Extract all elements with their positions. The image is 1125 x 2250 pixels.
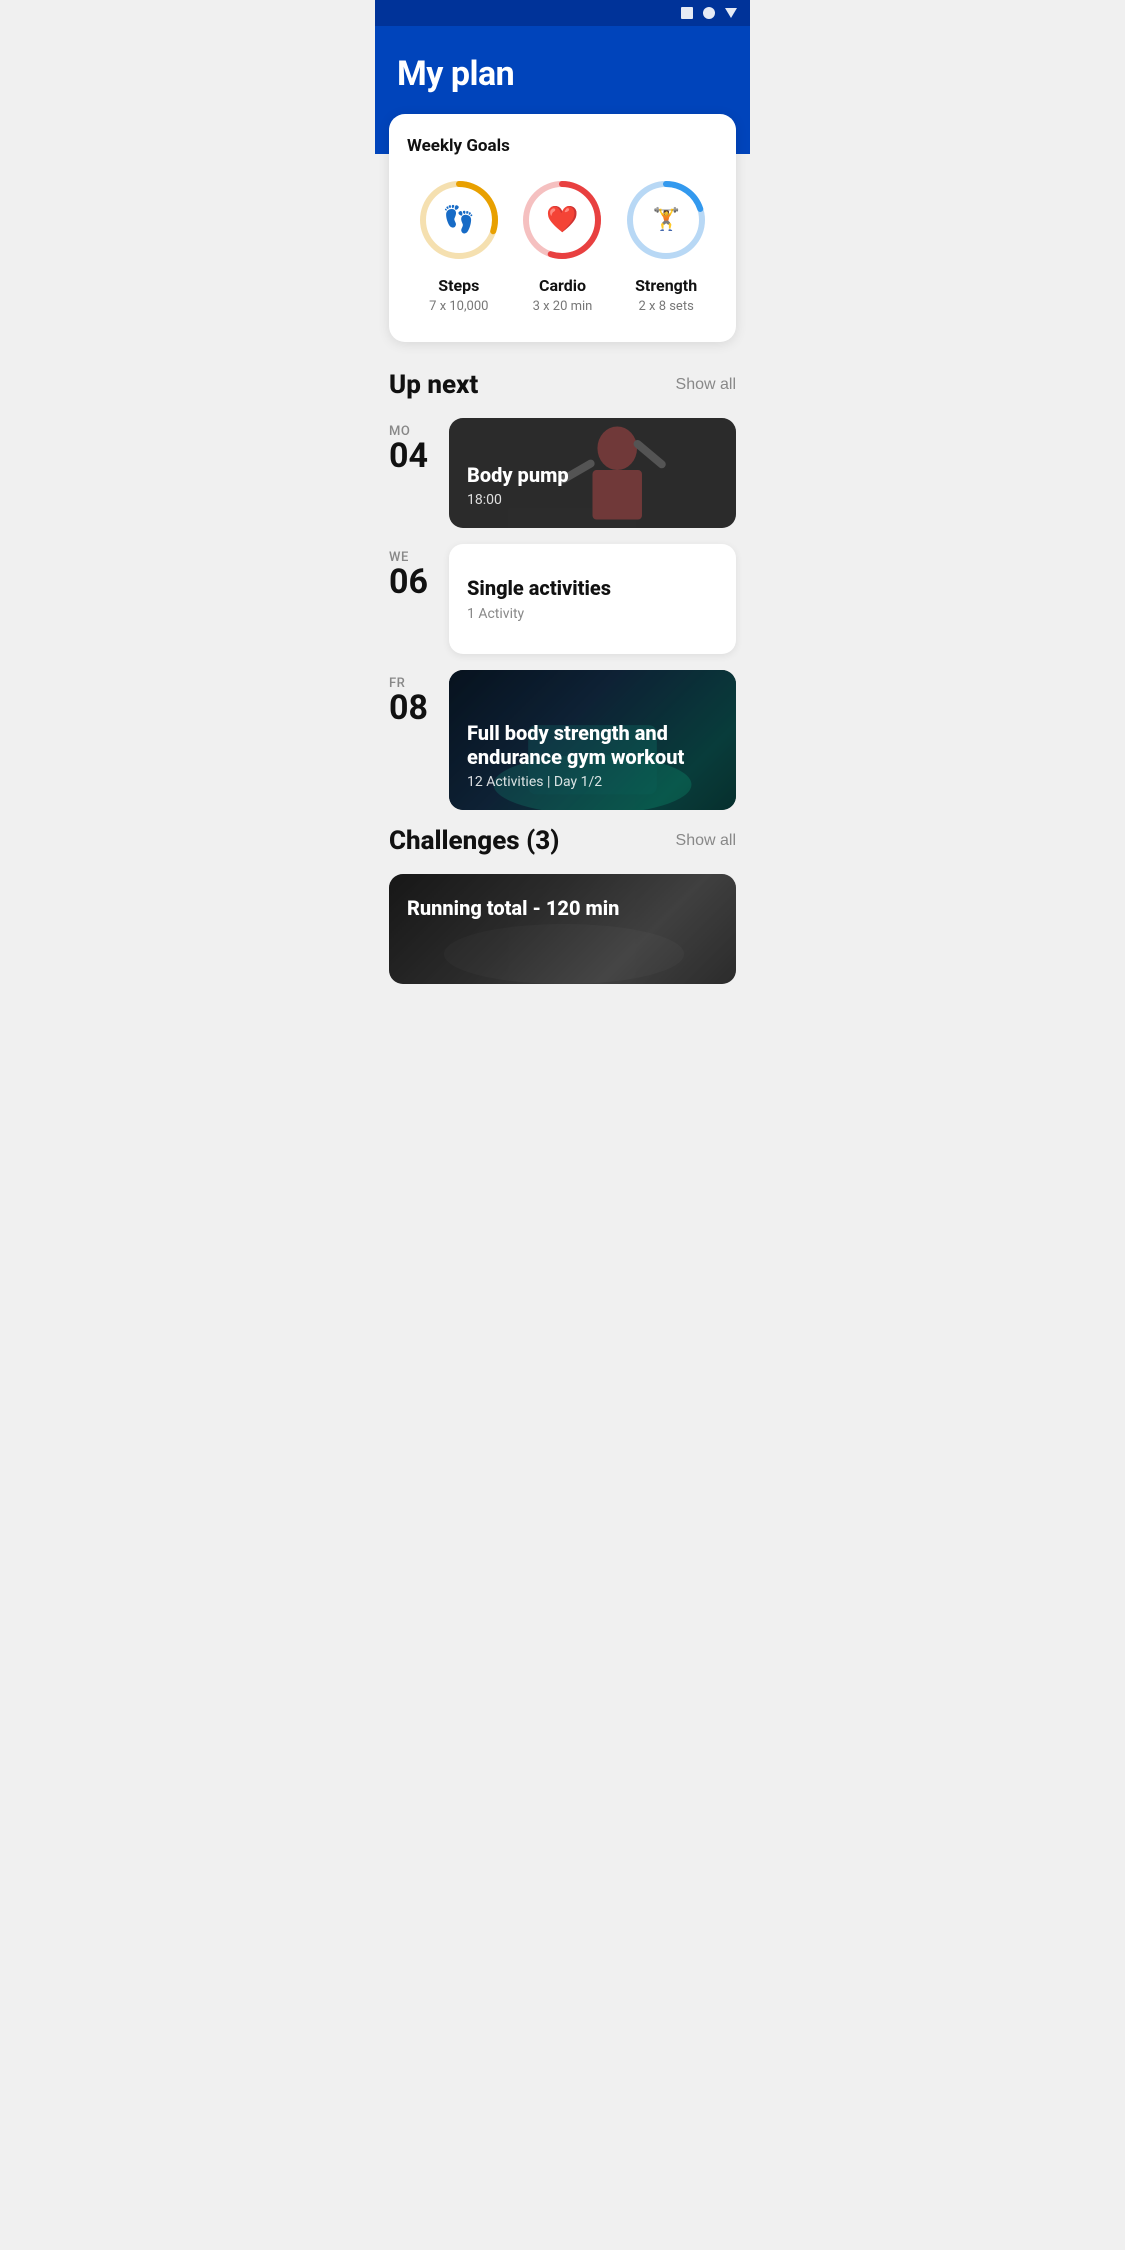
goal-cardio[interactable]: ❤️ Cardio 3 x 20 min [518,176,606,314]
body-pump-card[interactable]: Body pump 18:00 [449,418,736,528]
steps-circle: 👣 [415,176,503,264]
up-next-section: Up next Show all MO 04 Body pump 18 [375,342,750,810]
up-next-title: Up next [389,370,478,400]
triangle-down-icon [724,6,738,20]
challenge-running-card[interactable]: Running total - 120 min [389,874,736,984]
steps-sublabel: 7 x 10,000 [429,299,488,314]
single-activities-card[interactable]: Single activities 1 Activity [449,544,736,654]
cardio-circle: ❤️ [518,176,606,264]
single-activities-title: Single activities [467,576,718,600]
circle-icon [702,6,716,20]
schedule-item-mo04[interactable]: MO 04 Body pump 18:00 [389,418,736,528]
page-title: My plan [397,54,728,94]
full-body-content: Full body strength and endurance gym wor… [449,670,736,810]
day-num-06: 06 [389,565,428,599]
challenge-content: Running total - 120 min [389,874,736,942]
single-activities-subtitle: 1 Activity [467,606,718,622]
schedule-date-fr08: FR 08 [389,670,435,810]
challenge-running-title: Running total - 120 min [407,896,718,920]
steps-icon: 👣 [443,205,475,235]
weekly-goals-card: Weekly Goals 👣 Steps 7 x 10,000 ❤️ [389,114,736,342]
square-icon [680,6,694,20]
goal-steps[interactable]: 👣 Steps 7 x 10,000 [415,176,503,314]
challenges-show-all-button[interactable]: Show all [676,828,736,854]
challenges-title: Challenges (3) [389,826,559,856]
schedule-item-fr08[interactable]: FR 08 Full body strength and endurance g… [389,670,736,810]
full-body-title: Full body strength and endurance gym wor… [467,721,718,769]
schedule-date-we06: WE 06 [389,544,435,654]
challenges-section: Challenges (3) Show all Running total - … [375,826,750,984]
full-body-card[interactable]: Full body strength and endurance gym wor… [449,670,736,810]
up-next-show-all-button[interactable]: Show all [676,372,736,398]
status-bar [375,0,750,26]
strength-sublabel: 2 x 8 sets [638,299,693,314]
strength-label: Strength [635,276,697,295]
steps-label: Steps [438,276,479,295]
schedule-item-we06[interactable]: WE 06 Single activities 1 Activity [389,544,736,654]
body-pump-subtitle: 18:00 [467,492,718,508]
cardio-icon: ❤️ [546,205,578,235]
body-pump-content: Body pump 18:00 [449,418,736,528]
strength-circle: 🏋 [622,176,710,264]
goal-strength[interactable]: 🏋 Strength 2 x 8 sets [622,176,710,314]
schedule-date-mo04: MO 04 [389,418,435,528]
full-body-subtitle: 12 Activities | Day 1/2 [467,774,718,790]
body-pump-title: Body pump [467,463,718,487]
strength-icon: 🏋 [652,208,679,233]
cardio-sublabel: 3 x 20 min [533,299,593,314]
goals-row: 👣 Steps 7 x 10,000 ❤️ Cardio 3 x 20 min [407,176,718,314]
cardio-label: Cardio [539,276,586,295]
up-next-header: Up next Show all [389,370,736,400]
weekly-goals-title: Weekly Goals [407,136,718,156]
challenges-header: Challenges (3) Show all [389,826,736,856]
day-num-04: 04 [389,439,428,473]
day-num-08: 08 [389,691,428,725]
